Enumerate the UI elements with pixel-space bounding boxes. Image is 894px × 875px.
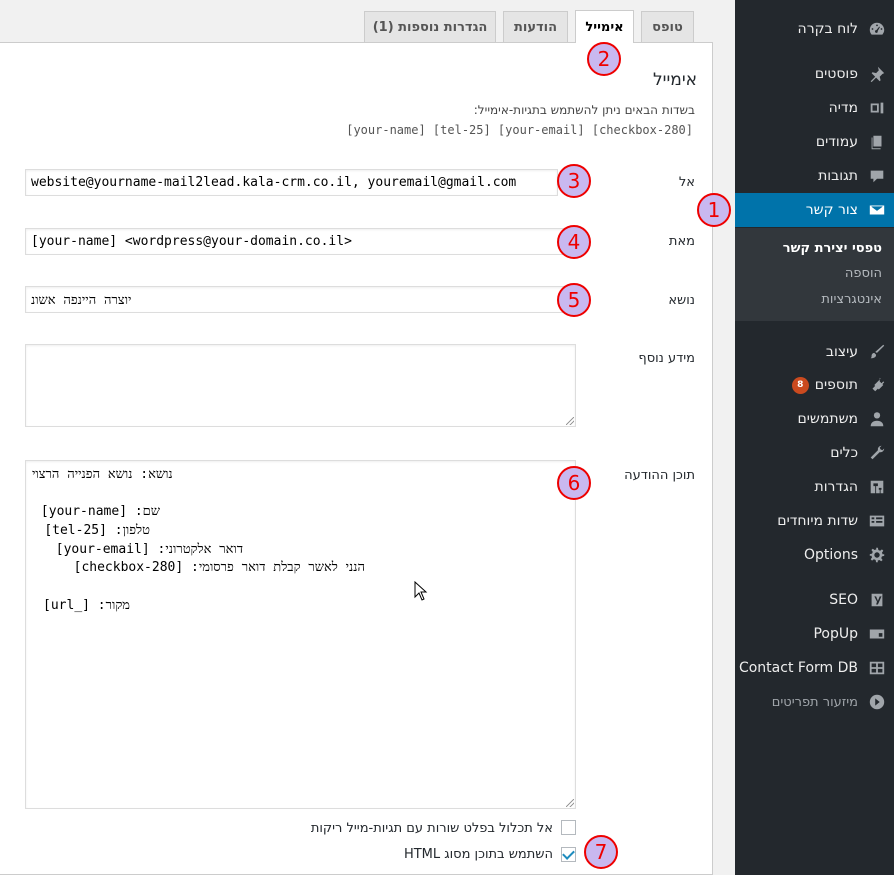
menu-custom-fields[interactable]: שדות מיוחדים xyxy=(735,504,894,538)
menu-label: מדיה xyxy=(828,100,858,116)
from-field[interactable]: [your-name] <wordpress@your-domain.co.il… xyxy=(25,228,576,255)
message-body-label: תוכן ההודעה xyxy=(624,468,695,483)
menu-appearance[interactable]: עיצוב xyxy=(735,335,894,369)
menu-popup[interactable]: PopUp xyxy=(735,617,894,651)
tab-additional-settings[interactable]: הגדרות נוספות (1) xyxy=(364,11,496,42)
annotation-marker-3: 3 xyxy=(557,164,591,198)
use-html-label: השתמש בתוכן מסוג HTML xyxy=(403,847,553,862)
media-icon xyxy=(866,97,888,119)
brush-icon xyxy=(866,341,888,363)
message-line: נושא: נושא הפנייה הרצוי xyxy=(32,467,173,482)
menu-label: Contact Form DB xyxy=(738,660,858,676)
db-icon xyxy=(866,657,888,679)
menu-posts[interactable]: פוסטים xyxy=(735,57,894,91)
users-icon xyxy=(866,408,888,430)
menu-label: תוספים xyxy=(814,377,858,393)
pages-icon xyxy=(866,131,888,153)
mail-icon xyxy=(866,199,888,221)
menu-contact-form-db[interactable]: Contact Form DB xyxy=(735,651,894,685)
tab-messages[interactable]: הודעות xyxy=(503,11,568,42)
to-field[interactable]: website@yourname-mail2lead.kala-crm.co.i… xyxy=(25,169,558,196)
message-line xyxy=(32,578,572,597)
menu-label: עיצוב xyxy=(825,344,858,360)
menu-label: צור קשר xyxy=(805,202,858,218)
additional-headers-textarea[interactable] xyxy=(25,344,576,427)
menu-tools[interactable]: כלים xyxy=(735,436,894,470)
menu-settings[interactable]: הגדרות xyxy=(735,470,894,504)
mail-tags-list: [your-name] [tel-25] [your-email] [check… xyxy=(346,123,693,137)
wrench-icon xyxy=(866,442,888,464)
message-line: דואר אלקטרוני: [your-email] xyxy=(55,541,243,557)
menu-label: הגדרות xyxy=(814,479,858,495)
message-line: טלפון: [tel-25] xyxy=(44,523,150,539)
menu-dashboard[interactable]: לוח בקרה xyxy=(735,12,894,46)
menu-label: מיזעור תפריטים xyxy=(771,694,858,710)
from-label: מאת xyxy=(668,234,695,249)
menu-seo[interactable]: SEO xyxy=(735,583,894,617)
submenu-item-forms[interactable]: טפסי יצירת קשר xyxy=(735,238,894,258)
menu-pages[interactable]: עמודים xyxy=(735,125,894,159)
annotation-marker-5: 5 xyxy=(557,283,591,317)
menu-users[interactable]: משתמשים xyxy=(735,402,894,436)
resize-grip[interactable] xyxy=(566,799,574,807)
menu-comments[interactable]: תגובות xyxy=(735,159,894,193)
annotation-marker-6: 6 xyxy=(557,466,591,500)
annotation-marker-7: 7 xyxy=(584,835,618,869)
contact-submenu: טפסי יצירת קשר הוספה אינטגרציות xyxy=(735,228,894,321)
annotation-marker-1: 1 xyxy=(697,193,731,227)
menu-label: לוח בקרה xyxy=(797,21,858,37)
menu-label: שדות מיוחדים xyxy=(777,513,858,529)
menu-label: פוסטים xyxy=(814,66,858,82)
additional-headers-label: מידע נוסף xyxy=(638,351,695,366)
message-line: שם: [your-name] xyxy=(40,504,160,520)
dashboard-icon xyxy=(866,18,888,40)
menu-media[interactable]: מדיה xyxy=(735,91,894,125)
resize-grip[interactable] xyxy=(566,417,574,425)
message-line xyxy=(32,485,572,504)
menu-collapse[interactable]: מיזעור תפריטים xyxy=(735,685,894,719)
section-title: אימייל xyxy=(653,70,697,90)
collapse-icon xyxy=(866,691,888,713)
mouse-cursor-icon xyxy=(414,581,428,601)
comments-icon xyxy=(866,165,888,187)
popup-icon xyxy=(866,623,888,645)
menu-contact[interactable]: צור קשר xyxy=(727,193,894,227)
menu-label: SEO xyxy=(829,592,858,608)
tab-email[interactable]: אימייל xyxy=(575,10,634,43)
use-html-checkbox[interactable] xyxy=(561,847,576,862)
submenu-item-add[interactable]: הוספה xyxy=(735,263,894,283)
yoast-icon xyxy=(866,589,888,611)
annotation-marker-2: 2 xyxy=(587,42,621,76)
menu-label: כלים xyxy=(830,445,858,461)
annotation-marker-4: 4 xyxy=(557,225,591,259)
menu-plugins[interactable]: תוספים 8 xyxy=(735,368,894,402)
fields-icon xyxy=(866,510,888,532)
message-body-text: נושא: נושא הפנייה הרצוי שם: [your-name] … xyxy=(32,466,572,616)
main-content: טופס אימייל הודעות הגדרות נוספות (1) אימ… xyxy=(0,0,735,875)
menu-label: משתמשים xyxy=(797,411,858,427)
exclude-blank-checkbox[interactable] xyxy=(561,820,576,835)
to-label: אל xyxy=(678,175,695,190)
admin-sidebar: לוח בקרה פוסטים מדיה עמודים תגובות צור ק… xyxy=(727,0,894,875)
menu-options[interactable]: Options xyxy=(735,538,894,572)
menu-label: תגובות xyxy=(818,168,858,184)
menu-label: עמודים xyxy=(815,134,858,150)
pin-icon xyxy=(866,63,888,85)
update-count-badge: 8 xyxy=(791,376,809,394)
submenu-item-integrations[interactable]: אינטגרציות xyxy=(735,289,894,309)
message-line: מקור: [_url] xyxy=(43,597,130,613)
tab-form[interactable]: טופס xyxy=(641,11,694,42)
message-line: הנני לאשר קבלת דואר פרסומי: [checkbox-28… xyxy=(73,560,365,576)
subject-label: נושא xyxy=(668,293,695,308)
menu-label: PopUp xyxy=(813,626,858,642)
menu-label: Options xyxy=(803,547,858,563)
exclude-blank-label: אל תכלול בפלט שורות עם תגיות-מייל ריקות xyxy=(310,821,553,836)
gear-icon xyxy=(866,544,888,566)
mail-tags-description: בשדות הבאים ניתן להשתמש בתגיות-אימייל: xyxy=(473,103,695,117)
subject-field[interactable]: נושא הפנייה הרצוי xyxy=(25,286,576,313)
settings-icon xyxy=(866,476,888,498)
plugin-icon xyxy=(866,374,888,396)
